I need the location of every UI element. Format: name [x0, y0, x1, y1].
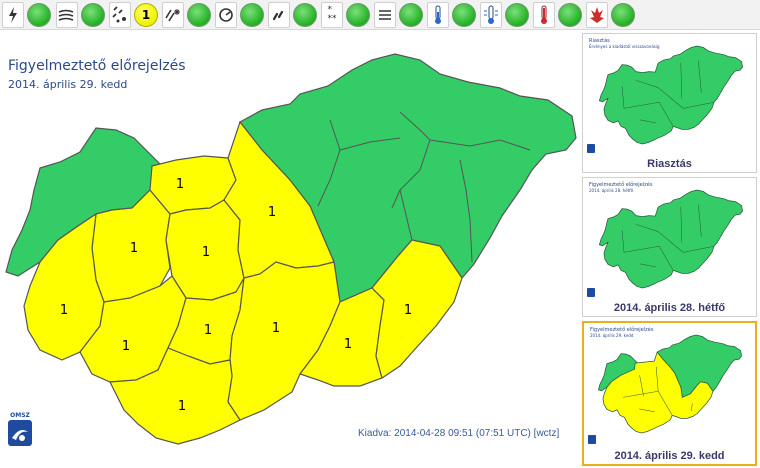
warning-level-label: 1: [272, 321, 280, 336]
rain-snow-icon[interactable]: [109, 2, 131, 28]
status-indicator: [27, 3, 51, 27]
status-indicator: [611, 3, 635, 27]
status-indicator: [399, 3, 423, 27]
status-indicator: [558, 3, 582, 27]
hail-icon[interactable]: [215, 2, 237, 28]
thumbnail-monday[interactable]: Figyelmeztető előrejelzés 2014. április …: [582, 177, 757, 317]
heat-thermometer-icon[interactable]: [533, 2, 555, 28]
frost-icon[interactable]: [480, 2, 502, 28]
warning-level-label: 1: [176, 177, 184, 192]
hungary-county-map: 1 1 1 1 1 1 1 1 1 1 1: [5, 53, 577, 445]
warning-level-label: 1: [122, 339, 130, 354]
status-indicator: [505, 3, 529, 27]
status-indicator: [187, 3, 211, 27]
rain-icon[interactable]: [268, 2, 290, 28]
status-indicator: [452, 3, 476, 27]
status-indicator: [81, 3, 105, 27]
issued-timestamp: Kiadva: 2014-04-28 09:51 (07:51 UTC) [wc…: [358, 428, 560, 439]
status-indicator: [346, 3, 370, 27]
omsz-logo: OMSZ: [6, 412, 34, 446]
omsz-logo-small: [588, 435, 596, 444]
freezing-rain-icon[interactable]: [162, 2, 184, 28]
warning-level-label: 1: [130, 241, 138, 256]
warning-type-toolbar: 1 * **: [0, 0, 760, 30]
status-indicator: [240, 3, 264, 27]
main-warning-map: Figyelmeztető előrejelzés 2014. április …: [0, 30, 578, 468]
thumbnail-caption: 2014. április 29. kedd: [614, 450, 725, 462]
thumbnail-caption: 2014. április 28. hétfő: [613, 302, 726, 314]
fog-icon[interactable]: [374, 2, 396, 28]
status-indicator: [293, 3, 317, 27]
warning-level-label: 1: [404, 303, 412, 318]
thumbnail-alarm[interactable]: Riasztás Érvényes a kiadástól visszavoná…: [582, 33, 757, 173]
omsz-logo-small: [587, 144, 595, 153]
thumbnail-map: [598, 45, 743, 145]
thumbnail-map: [597, 334, 742, 434]
thumbnail-map: [598, 189, 743, 289]
wind-icon[interactable]: [56, 2, 78, 28]
warning-level-label: 1: [178, 399, 186, 414]
omsz-logo-small: [587, 288, 595, 297]
thumbnail-tuesday[interactable]: Figyelmeztető előrejelzés 2014. április …: [582, 321, 757, 466]
fire-icon[interactable]: [586, 2, 608, 28]
warning-level-label: 1: [202, 245, 210, 260]
thumbnail-caption: Riasztás: [647, 158, 692, 170]
warning-level-label: 1: [60, 303, 68, 318]
snow-icon[interactable]: * **: [321, 2, 343, 28]
status-indicator: 1: [134, 3, 158, 27]
warning-level-label: 1: [344, 337, 352, 352]
lightning-icon[interactable]: [2, 2, 24, 28]
cold-thermometer-icon[interactable]: [427, 2, 449, 28]
warning-level-label: 1: [268, 205, 276, 220]
warning-level-label: 1: [204, 323, 212, 338]
